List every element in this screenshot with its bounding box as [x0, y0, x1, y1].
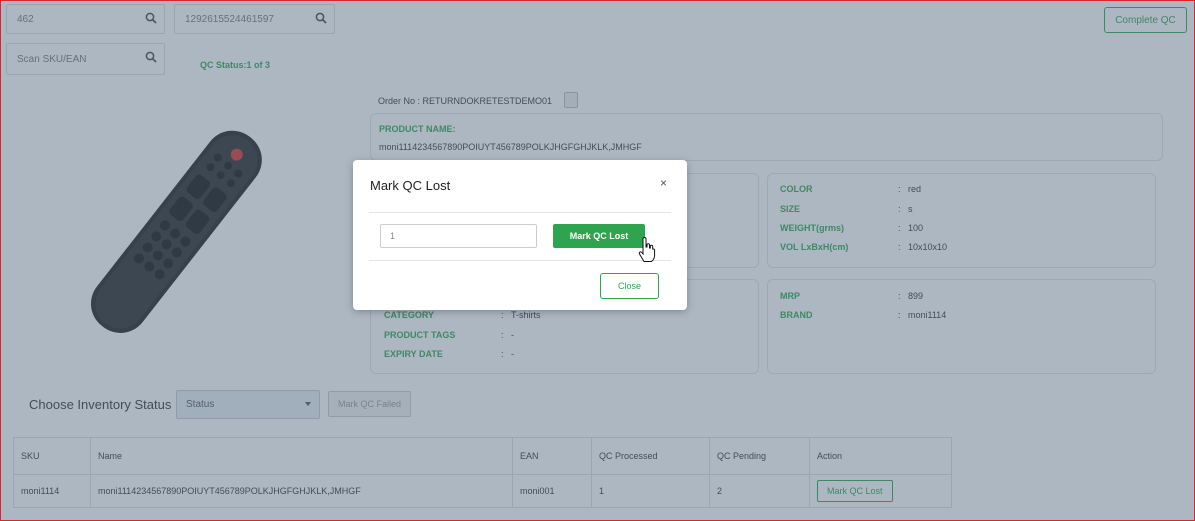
modal-close-button[interactable]: Close — [600, 273, 659, 299]
modal-mark-qc-lost-button[interactable]: Mark QC Lost — [553, 224, 645, 248]
divider — [369, 260, 671, 261]
lost-quantity-input[interactable] — [380, 224, 537, 248]
app-frame: QC Status:1 of 3 Complete QC Order No : … — [0, 0, 1195, 521]
mark-qc-lost-modal: Mark QC Lost × Mark QC Lost Close — [353, 160, 687, 310]
divider — [369, 212, 671, 213]
hand-cursor-icon — [638, 237, 656, 262]
modal-title: Mark QC Lost — [370, 178, 451, 193]
close-icon[interactable]: × — [660, 176, 667, 190]
